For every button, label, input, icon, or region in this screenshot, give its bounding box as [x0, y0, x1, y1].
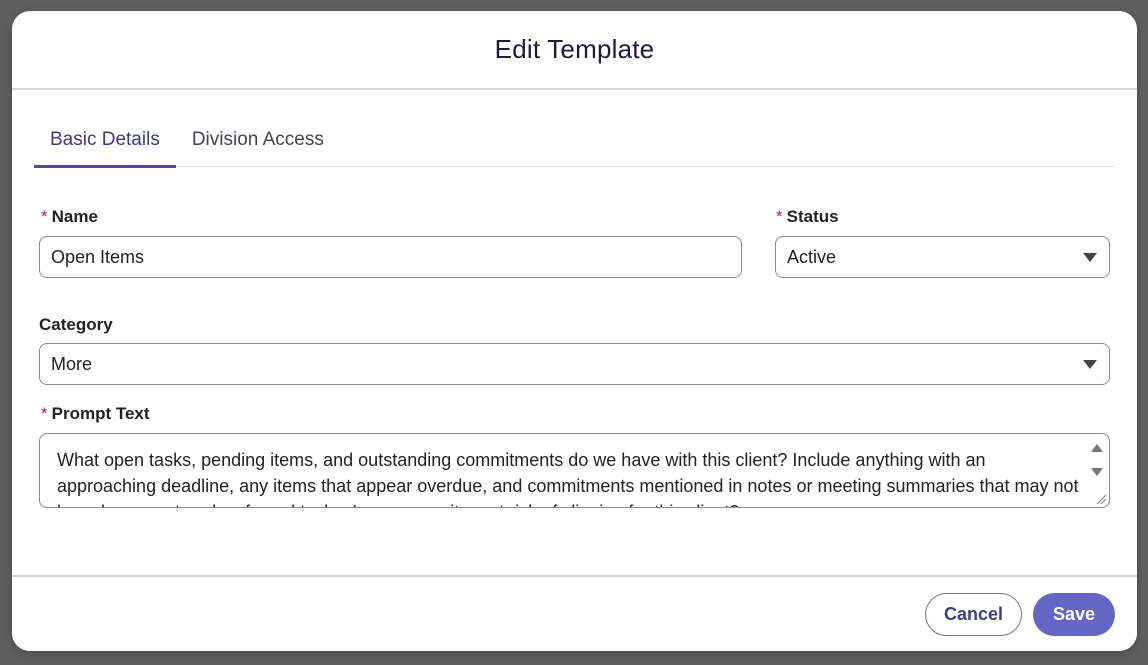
scroll-up-icon[interactable] [1091, 444, 1103, 452]
name-input[interactable]: Open Items [39, 236, 742, 278]
category-select[interactable]: More [39, 343, 1110, 385]
scroll-down-icon[interactable] [1091, 468, 1103, 476]
save-button[interactable]: Save [1033, 593, 1115, 636]
name-label: * Name [41, 207, 98, 226]
required-marker: * [41, 207, 48, 226]
prompt-text-value: What open tasks, pending items, and outs… [57, 450, 1079, 507]
edit-template-modal: Edit Template Basic Details Division Acc… [12, 11, 1137, 651]
name-input-value: Open Items [51, 246, 145, 267]
tab-bar: Basic Details Division Access [34, 121, 1115, 168]
modal-footer: Cancel Save [12, 575, 1137, 651]
required-marker: * [41, 404, 48, 423]
cancel-button[interactable]: Cancel [925, 593, 1022, 636]
category-label: Category [39, 315, 113, 334]
modal-title: Edit Template [494, 34, 655, 64]
prompt-text-label: * Prompt Text [41, 404, 150, 423]
resize-handle-icon[interactable] [1095, 493, 1107, 505]
status-select[interactable]: Active [775, 236, 1110, 278]
modal-header: Edit Template [12, 11, 1137, 90]
chevron-down-icon [1083, 360, 1097, 369]
category-select-value: More [51, 353, 93, 374]
tab-basic-details[interactable]: Basic Details [34, 121, 176, 168]
status-label: * Status [776, 207, 839, 226]
status-select-value: Active [787, 246, 837, 267]
required-marker: * [776, 207, 783, 226]
chevron-down-icon [1083, 253, 1097, 262]
prompt-text-textarea[interactable]: What open tasks, pending items, and outs… [39, 433, 1110, 508]
tab-division-access[interactable]: Division Access [176, 121, 340, 167]
